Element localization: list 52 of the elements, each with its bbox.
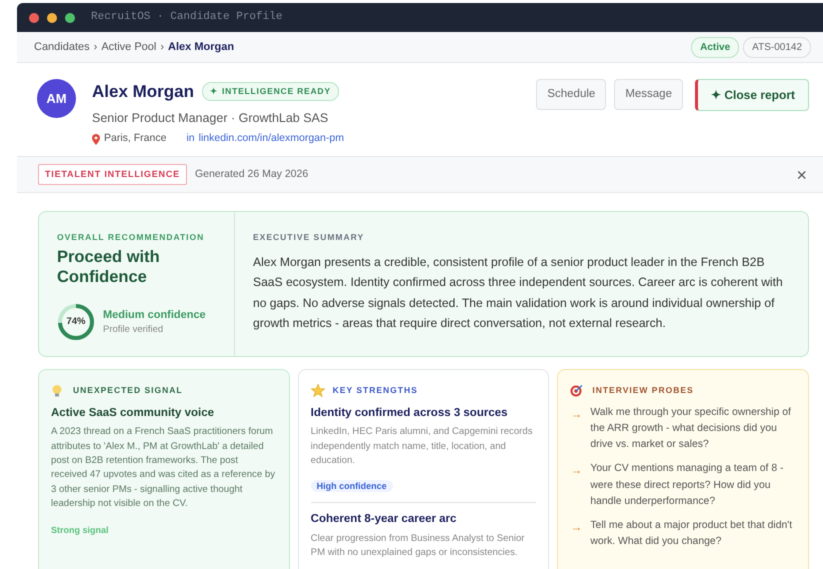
status-badge: Active <box>691 36 740 58</box>
close-report-button[interactable]: ✦ Close report <box>694 79 809 111</box>
confidence-tag: High confidence <box>310 480 393 492</box>
breadcrumb-separator: › <box>94 40 98 55</box>
confidence-note: Profile verified <box>103 323 164 338</box>
item-text: LinkedIn, HEC Paris alumni, and Capgemini records independently match name, title, location, and education. <box>310 425 534 468</box>
breadcrumb-link[interactable]: Active Pool <box>101 38 156 56</box>
linkedin-prefix: in <box>186 132 195 144</box>
action-button[interactable]: Schedule <box>536 79 606 110</box>
arrow-bullet: → <box>570 462 582 480</box>
close-dot[interactable] <box>29 12 39 22</box>
item-title: Coherent 8-year career arc <box>310 512 458 528</box>
maximize-dot[interactable] <box>65 12 75 22</box>
breadcrumb-current: Alex Morgan <box>168 40 234 55</box>
candidate-location: Paris, France <box>104 131 166 146</box>
star-icon <box>310 384 325 397</box>
section-heading: OVERALL RECOMMENDATION <box>57 231 206 244</box>
record-id: ATS-00142 <box>743 36 811 58</box>
recommendation-verdict: Proceed with Confidence <box>57 248 161 288</box>
location-pin-icon <box>92 134 100 145</box>
panel-heading: UNEXPECTED SIGNAL <box>73 384 183 397</box>
panel-heading: KEY STRENGTHS <box>332 384 418 397</box>
avatar: AM <box>37 79 76 118</box>
item-text: Clear progression from Business Analyst to Senior PM with no unexplained gaps or inconsistencies. <box>310 532 526 560</box>
confidence-tag: Strong signal <box>51 524 109 535</box>
arrow-bullet: → <box>570 406 582 423</box>
window-title: RecruitOS · Candidate Profile <box>91 10 282 26</box>
probe-question: Tell me about a major product bet that didn't work. What did you change? <box>590 518 794 549</box>
item-text: A 2023 thread on a French SaaS practitioners forum attributes to 'Alex M., PM at GrowthLab' a detailed post on B2B retention frameworks. The post received 47 upvotes and was cited as a reference by 3 other senior PMs - signalling active thought leadership not visible on the CV. <box>51 425 276 512</box>
minimize-dot[interactable] <box>47 12 57 22</box>
breadcrumb-link[interactable]: Candidates <box>34 38 90 56</box>
action-button[interactable]: Message <box>614 79 683 110</box>
breadcrumb-separator: › <box>160 40 164 55</box>
close-button[interactable]: × <box>796 166 807 184</box>
candidate-name: Alex Morgan <box>92 81 194 103</box>
gauge-value: 74% <box>65 315 86 330</box>
status-badge: ✦ INTELLIGENCE READY <box>202 82 339 102</box>
probe-question: Your CV mentions managing a team of 8 - were these direct reports? How did you handle underperformance? <box>590 462 784 509</box>
confidence-label: Medium confidence <box>103 308 206 323</box>
report-tag: TIETALENT INTELLIGENCE <box>38 164 187 186</box>
summary-text: Alex Morgan presents a credible, consistent profile of a senior product leader in the French B2B SaaS ecosystem. Identity confirmed across three independent sources. Career arc is coherent with no gaps. No adverse signals detected. The main validation work is around individual ownership of growth metrics - areas that require direct conversation, not external research. <box>253 254 784 332</box>
linkedin-link[interactable]: in linkedin.com/in/alexmorgan-pm <box>186 131 344 147</box>
probe-question: Walk me through your specific ownership of the ARR growth - what decisions did you drive vs. market or sales? <box>590 406 792 452</box>
generated-date: Generated 26 May 2026 <box>194 166 308 182</box>
item-title: Active SaaS community voice <box>51 406 215 421</box>
item-title: Identity confirmed across 3 sources <box>310 406 509 421</box>
target-icon <box>570 384 584 397</box>
arrow-bullet: → <box>570 518 582 536</box>
panel-heading: INTERVIEW PROBES <box>592 384 694 397</box>
candidate-title: Senior Product Manager · GrowthLab SAS <box>92 110 330 127</box>
section-heading: EXECUTIVE SUMMARY <box>253 231 366 244</box>
linkedin-url: linkedin.com/in/alexmorgan-pm <box>198 132 344 144</box>
